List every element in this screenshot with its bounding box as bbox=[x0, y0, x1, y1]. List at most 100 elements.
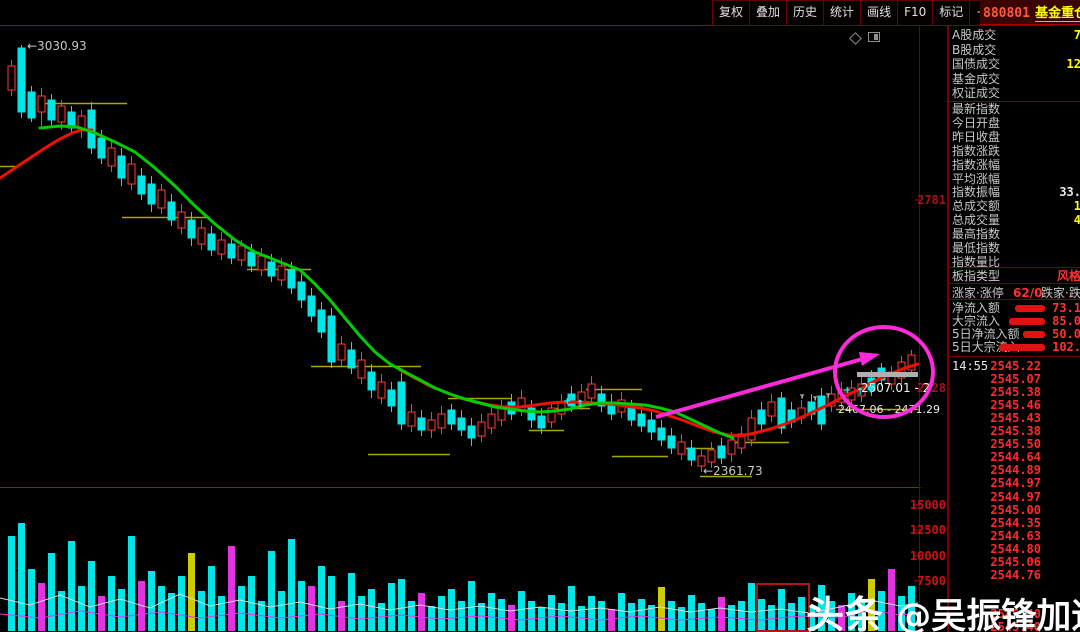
toolbar-button-历史[interactable]: 历史 bbox=[786, 1, 823, 25]
gray-bar bbox=[857, 372, 918, 377]
volume-bar bbox=[798, 597, 805, 631]
volume-bar bbox=[748, 583, 755, 631]
toolbar-button-叠加[interactable]: 叠加 bbox=[749, 1, 786, 25]
candle-body bbox=[727, 439, 736, 455]
sidebar-row: 2544.89 bbox=[949, 464, 1080, 477]
toolbar-button-标记[interactable]: 标记 bbox=[932, 1, 969, 25]
toolbar-button-复权[interactable]: 复权 bbox=[712, 1, 749, 25]
candle-body bbox=[677, 441, 686, 455]
candle-body bbox=[157, 189, 166, 209]
tick-price: 2544.80 bbox=[990, 541, 1041, 556]
volume-bar bbox=[598, 601, 605, 631]
volume-bar bbox=[658, 587, 665, 631]
signal-marker: ᵀ bbox=[826, 393, 831, 404]
tick-price: 2544.64 bbox=[990, 450, 1041, 465]
sidebar-value: 7 bbox=[1074, 29, 1080, 42]
sidebar-row: 2544.35 bbox=[949, 516, 1080, 530]
candle-body bbox=[277, 265, 286, 281]
sidebar-label: 平均涨幅 bbox=[952, 171, 1001, 186]
sidebar-row: 总成交量 4 bbox=[949, 214, 1080, 227]
top-toolbar: 复权叠加历史统计画线F10标记+自选返回 880801 基金重仓 bbox=[0, 0, 1080, 26]
sidebar-label: 板指类型 bbox=[952, 269, 1001, 283]
volume-bar bbox=[738, 601, 745, 631]
toolbar-button-F10[interactable]: F10 bbox=[897, 1, 932, 25]
sidebar-label: 指数振幅 bbox=[952, 185, 1001, 200]
signal-marker: ↑ bbox=[867, 385, 875, 396]
ma-line-red bbox=[0, 128, 94, 180]
candle-body bbox=[267, 261, 276, 277]
candle-body bbox=[7, 65, 16, 91]
sidebar-separator bbox=[949, 356, 1080, 357]
ma-line-green bbox=[38, 124, 735, 440]
tick-price: 2545.38 bbox=[990, 385, 1041, 400]
sidebar-row: 指数涨幅 bbox=[949, 158, 1080, 172]
sidebar-row: 2545.38 bbox=[949, 425, 1080, 438]
sidebar-row: 基金成交 bbox=[949, 72, 1080, 86]
candle-body bbox=[257, 255, 266, 271]
sidebar-value: 33. bbox=[1059, 185, 1080, 200]
candle-body bbox=[537, 415, 546, 429]
volume-bar bbox=[458, 601, 465, 631]
sidebar-row: 2544.63 bbox=[949, 529, 1080, 543]
signal-marker: ᵀ bbox=[813, 396, 818, 407]
volume-bar bbox=[178, 576, 185, 631]
candle-body bbox=[757, 409, 766, 425]
sidebar-row: 指数振幅 33. bbox=[949, 186, 1080, 199]
volume-bar bbox=[588, 596, 595, 631]
tick-price: 2544.97 bbox=[990, 489, 1041, 504]
candle-body bbox=[717, 445, 726, 459]
volume-bar bbox=[18, 523, 25, 631]
toolbar-button-画线[interactable]: 画线 bbox=[860, 1, 897, 25]
window-split-icon[interactable] bbox=[868, 32, 880, 42]
sidebar-label: 昨日收盘 bbox=[952, 129, 1001, 144]
sidebar-value: 1 bbox=[1074, 200, 1080, 213]
flow-bar bbox=[1023, 331, 1045, 338]
sidebar-row: 2545.46 bbox=[949, 399, 1080, 412]
toolbar-button-统计[interactable]: 统计 bbox=[823, 1, 860, 25]
volume-bar bbox=[548, 595, 555, 631]
candle-body bbox=[457, 417, 466, 431]
sidebar-row: 2545.43 bbox=[949, 412, 1080, 425]
volume-bar bbox=[228, 546, 235, 631]
tick-price: 2545.43 bbox=[990, 411, 1041, 426]
candle-body bbox=[297, 281, 306, 301]
candle-body bbox=[347, 349, 356, 369]
candle-body bbox=[27, 91, 36, 119]
candle-body bbox=[447, 409, 456, 425]
candle-body bbox=[167, 201, 176, 221]
sidebar-row: 2544.76 bbox=[949, 568, 1080, 582]
trend-arrow-head bbox=[859, 352, 880, 366]
symbol-header: 880801 基金重仓 bbox=[980, 0, 1080, 25]
candle-body bbox=[287, 269, 296, 289]
volume-bar bbox=[438, 596, 445, 631]
candle-body bbox=[647, 419, 656, 433]
volume-bar bbox=[308, 586, 315, 631]
candlestick-chart-canvas[interactable]: 278125281500012500100007500←3030.93←2361… bbox=[0, 0, 948, 632]
volume-bar bbox=[638, 599, 645, 631]
candle-body bbox=[147, 183, 156, 205]
volume-bar bbox=[528, 601, 535, 631]
sidebar-row: 指数涨跌 bbox=[949, 144, 1080, 158]
candle-body bbox=[107, 147, 116, 167]
price-annotation: ←2361.73 bbox=[703, 464, 763, 478]
candle-body bbox=[237, 245, 246, 261]
candle-body bbox=[667, 435, 676, 449]
candle-body bbox=[227, 243, 236, 259]
candle-body bbox=[397, 381, 406, 425]
sidebar-label: 国债成交 bbox=[952, 57, 1001, 72]
sidebar-row: 板指类型 风格 bbox=[949, 270, 1080, 283]
trading-app-window: 复权叠加历史统计画线F10标记+自选返回 880801 基金重仓 2781252… bbox=[0, 0, 1080, 632]
volume-bar bbox=[158, 586, 165, 631]
volume-bar bbox=[498, 599, 505, 631]
volume-bar bbox=[198, 591, 205, 631]
sidebar-row: 国债成交 12 bbox=[949, 58, 1080, 71]
volume-bar bbox=[518, 591, 525, 631]
candle-body bbox=[657, 427, 666, 441]
symbol-name: 基金重仓 bbox=[1035, 6, 1080, 22]
volume-bar bbox=[278, 591, 285, 631]
sidebar-row: 5日大宗流入 102. bbox=[949, 341, 1080, 354]
tick-price: 2545.38 bbox=[990, 424, 1041, 439]
tick-price: 2545.50 bbox=[990, 437, 1041, 452]
volume-bar bbox=[698, 603, 705, 631]
candle-body bbox=[707, 449, 716, 463]
